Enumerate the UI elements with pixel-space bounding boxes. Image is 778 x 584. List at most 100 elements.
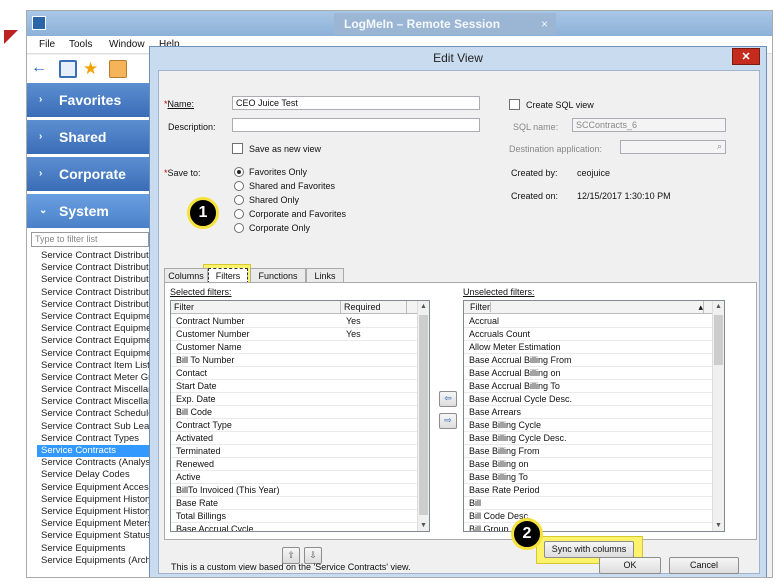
nav-view-item[interactable]: Service Contracts	[37, 445, 151, 458]
column-header-required[interactable]: Required	[341, 301, 407, 314]
nav-view-item[interactable]: Service Contract Distribution	[37, 250, 151, 262]
save-as-new-checkbox[interactable]	[232, 143, 243, 154]
table-row[interactable]: Activated	[171, 432, 418, 445]
menu-file[interactable]: File	[39, 39, 55, 50]
nav-section-corporate[interactable]: › Corporate	[27, 157, 151, 191]
table-row[interactable]: Base Accrual Billing From	[464, 354, 713, 367]
scroll-thumb[interactable]	[714, 315, 723, 365]
table-row[interactable]: Contract Number Yes	[171, 315, 418, 328]
search-icon[interactable]	[59, 60, 77, 78]
tab-links[interactable]: Links	[306, 268, 344, 283]
table-row[interactable]: Contact	[171, 367, 418, 380]
radio-shared-only[interactable]	[234, 195, 244, 205]
scroll-up-icon[interactable]: ▲	[713, 301, 724, 312]
scroll-down-icon[interactable]: ▼	[418, 520, 429, 531]
nav-view-item[interactable]: Service Contract Equipment	[37, 335, 151, 347]
nav-view-item[interactable]: Service Contract Miscellaneous	[37, 396, 151, 408]
star-icon[interactable]: ★	[83, 60, 101, 78]
scroll-thumb[interactable]	[419, 315, 428, 515]
move-left-button[interactable]: ⇦	[439, 391, 457, 407]
table-row[interactable]: Renewed	[171, 458, 418, 471]
table-row[interactable]: Customer Number Yes	[171, 328, 418, 341]
nav-view-item[interactable]: Service Contract Equipment	[37, 311, 151, 323]
table-row[interactable]: Base Arrears	[464, 406, 713, 419]
menu-tools[interactable]: Tools	[69, 39, 92, 50]
table-row[interactable]: Base Billing From	[464, 445, 713, 458]
back-arrow-icon[interactable]: ←	[31, 60, 49, 78]
table-row[interactable]: Active	[171, 471, 418, 484]
table-row[interactable]: Bill Group	[464, 523, 713, 531]
nav-view-item[interactable]: Service Equipment Accessories	[37, 482, 151, 494]
table-row[interactable]: Allow Meter Estimation	[464, 341, 713, 354]
scrollbar[interactable]: ▲ ▼	[712, 301, 724, 531]
nav-view-item[interactable]: Service Contract Types	[37, 433, 151, 445]
radio-shared-and-favorites[interactable]	[234, 181, 244, 191]
nav-view-item[interactable]: Service Contract Sub Lease	[37, 421, 151, 433]
nav-view-item[interactable]: Service Contract Distribution	[37, 274, 151, 286]
radio-favorites-only[interactable]	[234, 167, 244, 177]
scrollbar[interactable]: ▲ ▼	[417, 301, 429, 531]
nav-view-item[interactable]: Service Equipment Meters	[37, 518, 151, 530]
logmein-close-icon[interactable]: ×	[541, 13, 548, 35]
close-icon[interactable]: ✕	[732, 48, 760, 65]
scroll-up-icon[interactable]: ▲	[418, 301, 429, 312]
ok-button[interactable]: OK	[599, 557, 661, 574]
tab-columns[interactable]: Columns	[164, 268, 208, 283]
nav-view-item[interactable]: Service Equipments	[37, 543, 151, 555]
nav-view-item[interactable]: Service Equipments (Archive)	[37, 555, 151, 567]
table-row[interactable]: Customer Name	[171, 341, 418, 354]
table-row[interactable]: Bill To Number	[171, 354, 418, 367]
radio-corporate-only[interactable]	[234, 223, 244, 233]
unselected-filters-grid[interactable]: Filter ▴ Accrual Accruals Count Allow Meter…	[463, 300, 725, 532]
table-row[interactable]: Base Rate	[171, 497, 418, 510]
table-row[interactable]: Contract Type	[171, 419, 418, 432]
nav-section-favorites[interactable]: › Favorites	[27, 83, 151, 117]
table-row[interactable]: Bill Code Desc.	[464, 510, 713, 523]
nav-view-item[interactable]: Service Contract Distribution	[37, 299, 151, 311]
logmein-bar[interactable]: LogMeIn – Remote Session ×	[334, 13, 556, 35]
table-row[interactable]: Exp. Date	[171, 393, 418, 406]
table-row[interactable]: Start Date	[171, 380, 418, 393]
search-icon[interactable]: ⌕	[717, 141, 722, 152]
table-row[interactable]: Bill	[464, 497, 713, 510]
destination-input[interactable]: ⌕	[620, 140, 726, 154]
nav-section-system[interactable]: ⌄ System	[27, 194, 151, 228]
nav-view-item[interactable]: Service Contracts (Analysis)	[37, 457, 151, 469]
nav-view-item[interactable]: Service Contract Meter Group	[37, 372, 151, 384]
nav-view-item[interactable]: Service Equipment History	[37, 506, 151, 518]
sql-name-input[interactable]: SCContracts_6	[572, 118, 726, 132]
nav-view-item[interactable]: Service Equipment Status	[37, 530, 151, 542]
table-row[interactable]: Base Accrual Cycle Desc.	[464, 393, 713, 406]
nav-view-item[interactable]: Service Contract Equipment	[37, 323, 151, 335]
tab-functions[interactable]: Functions	[250, 268, 306, 283]
table-row[interactable]: Base Accrual Cycle	[171, 523, 418, 531]
nav-view-item[interactable]: Service Contract Miscellaneous	[37, 384, 151, 396]
table-row[interactable]: Base Rate Period	[464, 484, 713, 497]
sync-with-columns-button[interactable]: Sync with columns	[544, 541, 634, 558]
table-row[interactable]: Base Accrual Billing To	[464, 380, 713, 393]
nav-view-item[interactable]: Service Contract Schedule	[37, 408, 151, 420]
nav-view-item[interactable]: Service Contract Item List	[37, 360, 151, 372]
table-row[interactable]: Terminated	[171, 445, 418, 458]
table-row[interactable]: Accruals Count	[464, 328, 713, 341]
nav-view-item[interactable]: Service Contract Equipment	[37, 348, 151, 360]
nav-view-item[interactable]: Service Delay Codes	[37, 469, 151, 481]
table-row[interactable]: Total Billings	[171, 510, 418, 523]
nav-section-shared[interactable]: › Shared	[27, 120, 151, 154]
column-header-filter[interactable]: Filter ▴	[464, 301, 713, 314]
create-sql-checkbox[interactable]	[509, 99, 520, 110]
description-input[interactable]	[232, 118, 480, 132]
selected-filters-grid[interactable]: Filter Required Contract Number Yes Custom…	[170, 300, 430, 532]
table-row[interactable]: Base Billing Cycle Desc.	[464, 432, 713, 445]
column-header-filter[interactable]: Filter	[171, 301, 341, 314]
table-row[interactable]: Base Billing on	[464, 458, 713, 471]
table-row[interactable]: Base Billing To	[464, 471, 713, 484]
bookmark-icon[interactable]	[109, 60, 127, 78]
scroll-down-icon[interactable]: ▼	[713, 520, 724, 531]
nav-filter-input[interactable]: Type to filter list	[31, 232, 149, 247]
nav-view-item[interactable]: Service Equipment History	[37, 494, 151, 506]
cancel-button[interactable]: Cancel	[669, 557, 739, 574]
table-row[interactable]: Base Accrual Billing on	[464, 367, 713, 380]
name-input[interactable]: CEO Juice Test	[232, 96, 480, 110]
table-row[interactable]: Bill Code	[171, 406, 418, 419]
